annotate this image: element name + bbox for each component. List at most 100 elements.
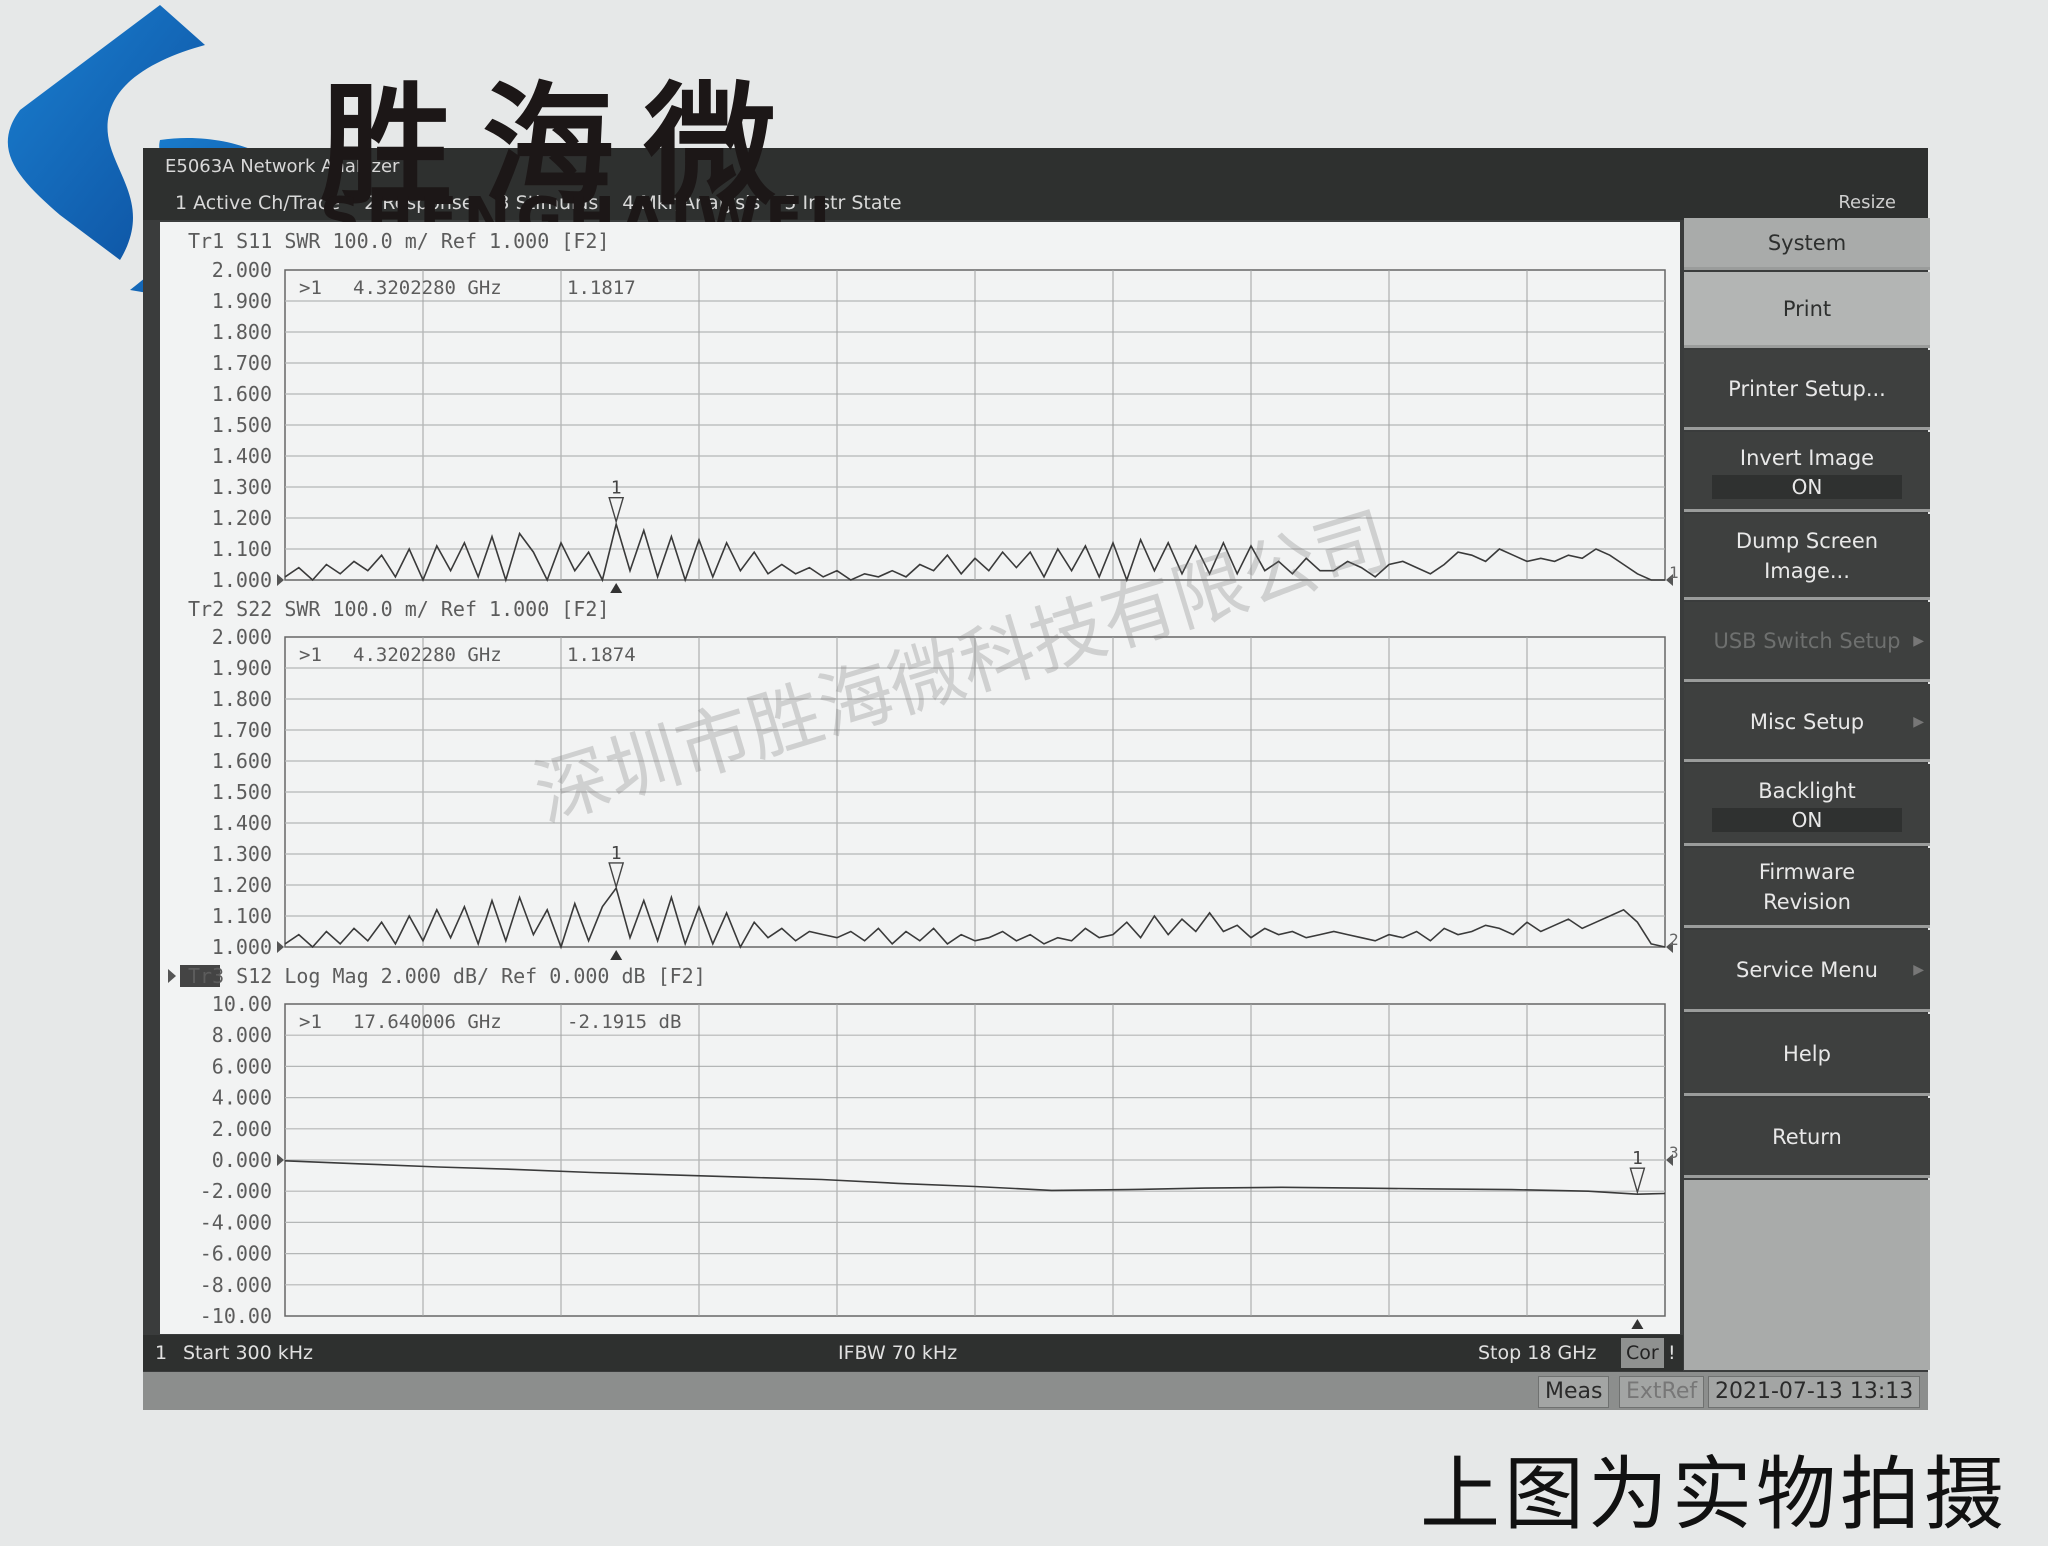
softkey-system[interactable]: System (1684, 218, 1930, 270)
submenu-arrow-icon: ▶ (1913, 961, 1924, 978)
softkey-label: USB Switch Setup (1713, 628, 1901, 653)
extref-status: ExtRef (1619, 1376, 1705, 1408)
softkey-return[interactable]: Return (1684, 1098, 1930, 1178)
softkey-value: ON (1712, 474, 1902, 499)
submenu-arrow-icon: ▶ (1913, 632, 1924, 649)
y-tick-label: 10.00 (212, 992, 272, 1016)
y-tick-label: -2.000 (200, 1179, 272, 1203)
softkey-backlight[interactable]: Backlight ON (1684, 764, 1930, 846)
y-tick-label: 1.300 (212, 842, 272, 866)
softkey-service-menu[interactable]: Service Menu ▶ (1684, 930, 1930, 1012)
y-tick-label: 1.100 (212, 904, 272, 928)
y-tick-label: 2.000 (212, 258, 272, 282)
ifbw[interactable]: IFBW 70 kHz (838, 1335, 957, 1371)
start-frequency[interactable]: Start 300 kHz (183, 1335, 313, 1371)
meas-status: Meas (1538, 1376, 1610, 1408)
correction-badge: Cor (1621, 1338, 1664, 1368)
datetime: 2021-07-13 13:13 (1708, 1376, 1921, 1408)
y-tick-label: 1.500 (212, 780, 272, 804)
marker-readout-value: 1.1874 (567, 644, 636, 666)
channel-status-bar: 1 Start 300 kHz IFBW 70 kHz Stop 18 GHz … (143, 1335, 1683, 1371)
marker-number: 1 (1632, 1148, 1643, 1169)
y-tick-label: 1.900 (212, 656, 272, 680)
trace-end-label: 3 (1669, 1143, 1679, 1162)
marker-readout-frequency: 4.3202280 GHz (353, 277, 502, 299)
marker-readout-value: 1.1817 (567, 277, 636, 299)
marker-readout-frequency: 4.3202280 GHz (353, 644, 502, 666)
softkey-misc-setup[interactable]: Misc Setup ▶ (1684, 684, 1930, 762)
y-tick-label: 1.900 (212, 289, 272, 313)
trace-header: Tr3 S12 Log Mag 2.000 dB/ Ref 0.000 dB [… (188, 964, 706, 988)
y-tick-label: 1.100 (212, 537, 272, 561)
reference-level-arrow-icon (277, 941, 284, 953)
softkey-label: Backlight (1758, 778, 1856, 803)
y-tick-label: 1.300 (212, 475, 272, 499)
y-tick-label: 4.000 (212, 1086, 272, 1110)
y-tick-label: 1.500 (212, 413, 272, 437)
stop-frequency[interactable]: Stop 18 GHz (1478, 1335, 1596, 1371)
submenu-arrow-icon: ▶ (1913, 713, 1924, 730)
marker-position-indicator-icon (1631, 1319, 1644, 1329)
chart-trace-1: Tr1 S11 SWR 100.0 m/ Ref 1.000 [F2] 2.000… (188, 229, 1679, 593)
trace-header: Tr1 S11 SWR 100.0 m/ Ref 1.000 [F2] (188, 229, 609, 253)
reference-level-arrow-icon (277, 1154, 284, 1166)
y-tick-label: 1.700 (212, 718, 272, 742)
softkey-label: Printer Setup... (1728, 376, 1886, 401)
softkey-print[interactable]: Print (1684, 272, 1930, 348)
y-tick-label: 1.000 (212, 935, 272, 959)
marker-readout-label: >1 (299, 644, 322, 666)
trace-header: Tr2 S22 SWR 100.0 m/ Ref 1.000 [F2] (188, 597, 609, 621)
y-tick-label: 2.000 (212, 1117, 272, 1141)
marker-position-indicator-icon (610, 583, 623, 593)
warning-indicator: ! (1668, 1342, 1676, 1364)
photo-caption: 上图为实物拍摄 (1420, 1448, 2008, 1541)
y-tick-label: 1.800 (212, 320, 272, 344)
softkey-usb-switch-setup: USB Switch Setup ▶ (1684, 602, 1930, 682)
y-tick-label: 1.000 (212, 568, 272, 592)
y-tick-label: 1.400 (212, 444, 272, 468)
y-tick-label: 0.000 (212, 1148, 272, 1172)
y-tick-label: 1.200 (212, 873, 272, 897)
softkey-label: System (1767, 230, 1847, 255)
softkey-help[interactable]: Help (1684, 1014, 1930, 1096)
y-tick-label: 1.400 (212, 811, 272, 835)
y-tick-label: 6.000 (212, 1054, 272, 1078)
y-tick-label: 1.800 (212, 687, 272, 711)
softkey-label: Print (1782, 296, 1832, 321)
softkey-firmware-revision[interactable]: Firmware Revision (1684, 848, 1930, 928)
y-tick-label: 1.600 (212, 382, 272, 406)
softkey-label: Invert Image (1739, 445, 1875, 470)
softkey-label: Dump Screen Image... (1735, 528, 1879, 583)
softkey-label: Firmware Revision (1758, 859, 1856, 914)
y-tick-label: 8.000 (212, 1023, 272, 1047)
softkey-value: ON (1712, 807, 1902, 832)
y-tick-label: 1.600 (212, 749, 272, 773)
marker-readout-label: >1 (299, 1011, 322, 1033)
reference-level-arrow-icon (277, 574, 284, 586)
chart-trace-3: Tr3 S12 Log Mag 2.000 dB/ Ref 0.000 dB [… (168, 964, 1679, 1329)
softkey-label: Help (1783, 1041, 1831, 1066)
y-tick-label: -4.000 (200, 1210, 272, 1234)
softkey-printer-setup[interactable]: Printer Setup... (1684, 350, 1930, 430)
resize-button[interactable]: Resize (1838, 186, 1910, 220)
softkey-blank (1684, 1180, 1930, 1370)
y-tick-label: 2.000 (212, 625, 272, 649)
softkey-label: Return (1772, 1124, 1842, 1149)
marker-number: 1 (611, 843, 622, 864)
y-tick-label: -6.000 (200, 1242, 272, 1266)
trace-end-label: 1 (1669, 563, 1679, 582)
trace-end-label: 2 (1669, 930, 1679, 949)
marker-readout-frequency: 17.640006 GHz (353, 1011, 502, 1033)
y-tick-label: 1.700 (212, 351, 272, 375)
channel-number: 1 (155, 1342, 168, 1364)
y-tick-label: -8.000 (200, 1273, 272, 1297)
marker-number: 1 (611, 478, 622, 499)
active-trace-arrow-icon (168, 969, 176, 983)
instrument-status-bar: Meas ExtRef 2021-07-13 13:13 (143, 1372, 1928, 1410)
softkey-invert-image[interactable]: Invert Image ON (1684, 432, 1930, 512)
marker-readout-label: >1 (299, 277, 322, 299)
softkey-dump-screen-image[interactable]: Dump Screen Image... (1684, 514, 1930, 600)
marker-readout-value: -2.1915 dB (567, 1011, 681, 1033)
marker-triangle-icon (608, 862, 625, 890)
softkey-label: Misc Setup (1749, 709, 1865, 734)
